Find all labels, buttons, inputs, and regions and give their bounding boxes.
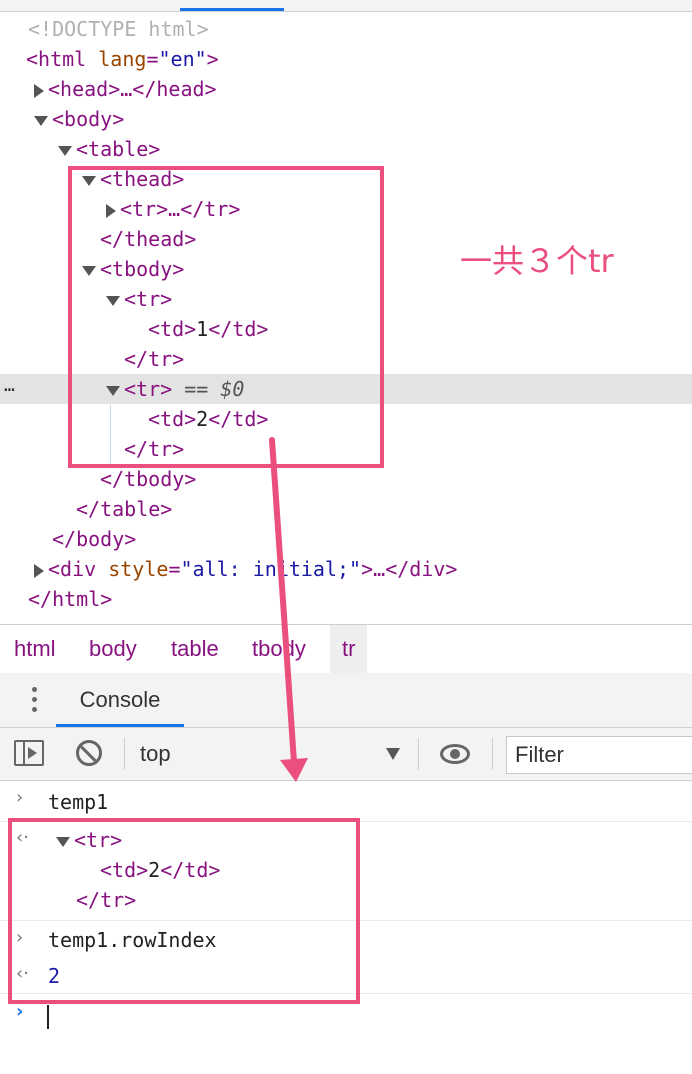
collapse-triangle-icon[interactable] [82, 175, 96, 186]
console-result-1-tr[interactable]: <tr> [0, 825, 692, 855]
breadcrumb-html[interactable]: html [14, 625, 56, 673]
filter-input[interactable] [506, 736, 692, 774]
table-node[interactable]: <table> [58, 134, 160, 164]
devtools-top-tabbar [0, 0, 692, 12]
collapse-triangle-icon[interactable] [56, 836, 70, 847]
console-result-2: 2 [48, 964, 61, 988]
html-node[interactable]: <html lang="en"> [26, 44, 219, 74]
thead-node[interactable]: <thead> [82, 164, 184, 194]
toolbar-divider [124, 738, 125, 770]
table-close-node[interactable]: </table> [76, 494, 172, 524]
body-node[interactable]: <body> [34, 104, 124, 134]
breadcrumb-tbody[interactable]: tbody [252, 625, 306, 673]
tr1-close-node[interactable]: </tr> [124, 344, 184, 374]
tree-guide-line [110, 405, 111, 465]
collapse-triangle-icon[interactable] [82, 265, 96, 276]
toolbar-divider [492, 738, 493, 770]
breadcrumb-body[interactable]: body [89, 625, 137, 673]
thead-tr-node[interactable]: <tr>…</tr> [106, 194, 240, 224]
tbody-node[interactable]: <tbody> [82, 254, 184, 284]
html-close-node[interactable]: </html> [28, 584, 112, 614]
prompt-chevron-icon: › [16, 1001, 24, 1022]
drawer-tabbar: Console [0, 673, 692, 728]
tr2-node-selected[interactable]: <tr> == $0 [106, 374, 244, 404]
console-toolbar: top [0, 728, 692, 781]
kebab-menu-icon[interactable] [32, 687, 38, 717]
annotation-label: 一共３个tr [460, 242, 614, 280]
collapse-triangle-icon[interactable] [106, 385, 120, 396]
console-separator [0, 821, 692, 822]
td1-node[interactable]: <td>1</td> [148, 314, 268, 344]
console-result-1-td[interactable]: <td>2</td> [0, 855, 692, 885]
elements-panel: … <!DOCTYPE html> <html lang="en"> <head… [0, 12, 692, 624]
eye-icon[interactable] [440, 744, 470, 764]
body-close-node[interactable]: </body> [52, 524, 136, 554]
head-node[interactable]: <head>…</head> [34, 74, 217, 104]
dropdown-caret-icon [386, 748, 400, 760]
thead-close-node[interactable]: </thead> [100, 224, 196, 254]
breadcrumb-table[interactable]: table [171, 625, 219, 673]
tr2-close-node[interactable]: </tr> [124, 434, 184, 464]
console-separator [0, 993, 692, 994]
breadcrumb: html body table tbody tr [0, 624, 692, 674]
collapse-triangle-icon[interactable] [58, 145, 72, 156]
tr1-node[interactable]: <tr> [106, 284, 172, 314]
active-tab-indicator [180, 8, 284, 11]
breadcrumb-tr[interactable]: tr [330, 625, 368, 673]
context-selector-value: top [140, 741, 171, 766]
console-input-cursor[interactable] [47, 1005, 49, 1029]
expand-triangle-icon[interactable] [34, 83, 44, 98]
sidebar-toggle-icon[interactable] [14, 740, 44, 766]
div-node[interactable]: <div style="all: initial;">…</div> [34, 554, 457, 584]
clear-console-icon[interactable] [76, 740, 102, 766]
tab-console[interactable]: Console [56, 673, 184, 727]
console-command-2[interactable]: temp1.rowIndex [0, 925, 692, 955]
tbody-close-node[interactable]: </tbody> [100, 464, 196, 494]
selected-node-menu-dots[interactable]: … [4, 374, 15, 404]
console-result-1-tr-close[interactable]: </tr> [0, 885, 692, 915]
collapse-triangle-icon[interactable] [34, 115, 48, 126]
console-output: › temp1 ‹· <tr> <td>2</td> </tr> › temp1… [0, 781, 692, 1074]
console-command-1[interactable]: temp1 [0, 787, 692, 817]
context-selector[interactable]: top [140, 728, 406, 780]
console-separator [0, 920, 692, 921]
expand-triangle-icon[interactable] [106, 203, 116, 218]
doctype-node[interactable]: <!DOCTYPE html> [28, 14, 209, 44]
expand-triangle-icon[interactable] [34, 563, 44, 578]
selected-node-highlight [0, 374, 692, 404]
collapse-triangle-icon[interactable] [106, 295, 120, 306]
td2-node[interactable]: <td>2</td> [148, 404, 268, 434]
toolbar-divider [418, 738, 419, 770]
